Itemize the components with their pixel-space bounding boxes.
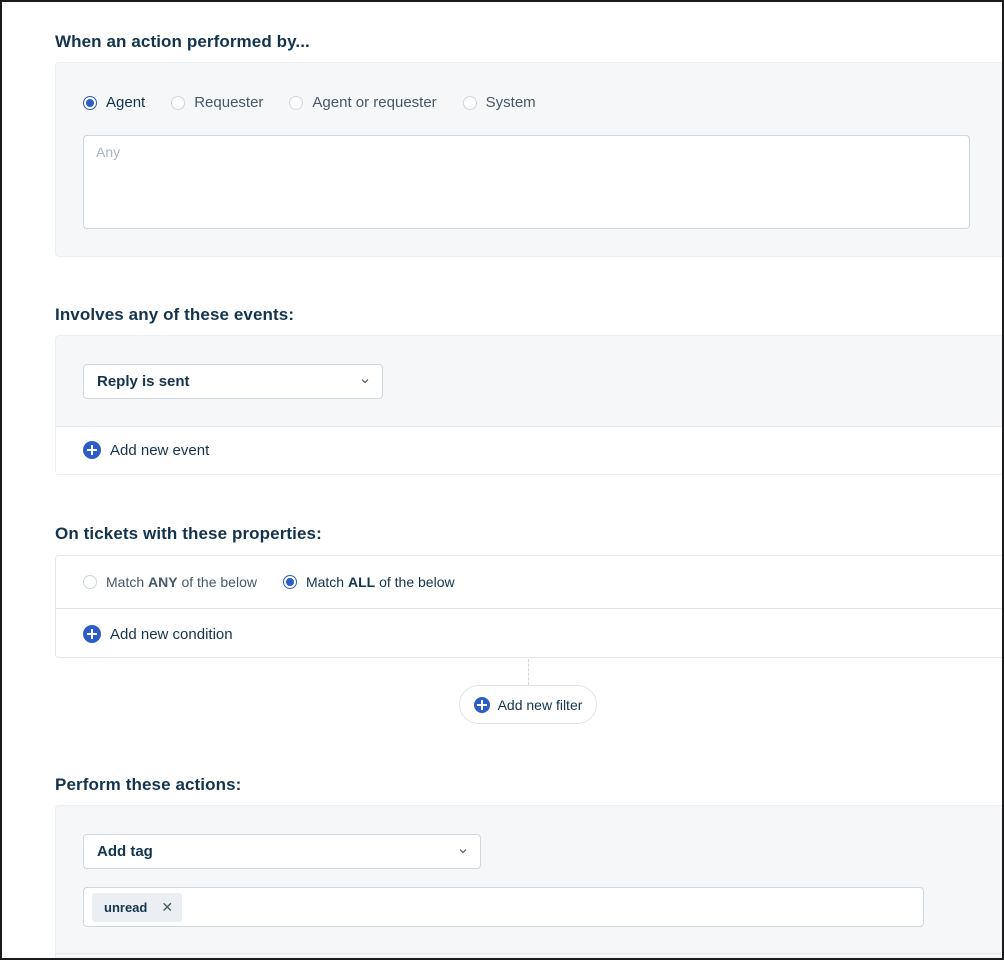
radio-match-all[interactable]: Match ALL of the below [282,574,455,590]
plus-circle-icon [473,696,490,713]
tag-chip-label: unread [104,899,148,915]
performed-by-title: When an action performed by... [55,32,310,51]
actions-title: Perform these actions: [55,775,242,794]
add-new-condition-label: Add new condition [110,625,233,643]
radio-requester-indicator [171,95,186,110]
add-new-event-button[interactable]: Add new event [83,441,209,459]
performed-by-panel: Agent Requester Agent or requester Syste… [55,62,1002,257]
action-select-value: Add tag [97,843,153,860]
add-event-row: Add new event [56,426,1002,474]
events-title: Involves any of these events: [55,305,295,324]
plus-circle-icon [83,625,101,643]
radio-requester[interactable]: Requester [171,94,263,111]
radio-match-all-label: Match ALL of the below [305,574,455,590]
event-select-value: Reply is sent [97,373,190,390]
radio-match-any[interactable]: Match ANY of the below [83,574,257,590]
agents-input-placeholder: Any [96,144,121,160]
tag-chip: unread ✕ [92,892,183,922]
radio-match-any-label: Match ANY of the below [106,574,257,590]
performer-radio-group: Agent Requester Agent or requester Syste… [83,94,562,111]
properties-divider [56,608,1002,609]
actions-panel: Add tag unread ✕ [55,805,1002,958]
properties-panel: Match ANY of the below Match ALL of the … [55,555,1002,658]
radio-agent-or-requester-label: Agent or requester [312,94,437,111]
actions-divider [56,953,1002,954]
radio-agent-indicator [83,95,97,110]
chevron-down-icon [361,379,369,384]
add-new-filter-button[interactable]: Add new filter [459,685,597,724]
add-new-event-label: Add new event [110,441,210,459]
radio-match-any-indicator [83,575,97,589]
radio-agent[interactable]: Agent [83,94,145,111]
workflow-editor: When an action performed by... Agent Req… [0,0,1004,960]
tag-input[interactable]: unread ✕ [83,887,924,927]
agents-input[interactable]: Any [83,135,970,229]
events-panel: Reply is sent Add new event [55,335,1002,475]
event-select[interactable]: Reply is sent [83,364,383,399]
action-select[interactable]: Add tag [83,834,481,869]
radio-requester-label: Requester [194,94,264,111]
radio-agent-or-requester[interactable]: Agent or requester [289,94,437,111]
radio-system-label: System [485,94,536,111]
add-new-filter-label: Add new filter [497,696,583,713]
plus-circle-icon [83,441,101,459]
filter-connector [528,659,529,685]
properties-title: On tickets with these properties: [55,524,322,543]
remove-tag-icon[interactable]: ✕ [161,899,173,916]
radio-match-all-indicator [282,575,297,589]
radio-system-indicator [462,95,477,110]
add-new-condition-button[interactable]: Add new condition [83,625,233,643]
chevron-down-icon [459,849,467,854]
radio-agent-label: Agent [106,94,146,111]
radio-agent-or-requester-indicator [289,95,304,110]
match-radio-group: Match ANY of the below Match ALL of the … [83,574,481,590]
radio-system[interactable]: System [462,94,536,111]
